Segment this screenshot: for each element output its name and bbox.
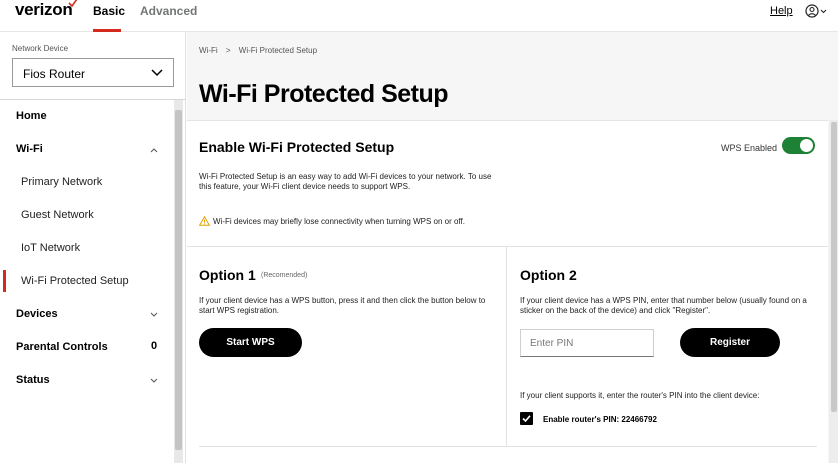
wps-status-label: WPS Enabled	[721, 143, 778, 153]
wps-description: Wi-Fi Protected Setup is an easy way to …	[199, 172, 492, 191]
sidebar-item-label: Wi-Fi Protected Setup	[21, 275, 129, 287]
top-bar: verizon Basic Advanced Help	[0, 0, 838, 32]
parental-controls-count: 0	[151, 340, 158, 352]
verizon-logo[interactable]: verizon	[15, 0, 73, 20]
chevron-down-icon	[151, 69, 163, 77]
enable-wps-title: Enable Wi-Fi Protected Setup	[199, 139, 395, 155]
wps-warning-text: Wi-Fi devices may briefly lose connectiv…	[213, 217, 465, 226]
network-device-value: Fios Router	[23, 67, 86, 81]
user-circle-icon[interactable]	[805, 3, 829, 19]
tab-advanced[interactable]: Advanced	[140, 4, 197, 18]
pin-input-placeholder: Enter PIN	[530, 338, 574, 349]
option-divider	[506, 246, 507, 446]
sidebar-item-status[interactable]: Status	[0, 364, 172, 397]
sidebar-item-guest-network[interactable]: Guest Network	[0, 199, 172, 232]
register-button[interactable]: Register	[680, 328, 780, 357]
verizon-check-icon	[68, 0, 78, 8]
page-title: Wi-Fi Protected Setup	[199, 80, 449, 108]
sidebar-item-iot-network[interactable]: IoT Network	[0, 232, 172, 265]
chevron-down-icon	[150, 312, 158, 317]
sidebar-item-label: Guest Network	[21, 209, 94, 221]
network-device-label: Network Device	[12, 44, 69, 53]
sidebar-item-label: IoT Network	[21, 242, 81, 254]
sidebar-item-primary-network[interactable]: Primary Network	[0, 166, 172, 199]
network-device-select[interactable]: Fios Router	[12, 58, 174, 87]
sidebar-item-devices[interactable]: Devices	[0, 298, 172, 331]
sidebar-item-label: Wi-Fi	[16, 143, 43, 155]
sidebar-item-label: Home	[16, 110, 47, 122]
breadcrumb-current: Wi-Fi Protected Setup	[238, 46, 318, 55]
start-wps-button[interactable]: Start WPS	[199, 328, 302, 357]
router-pin-label: Enable router's PIN: 22466792	[543, 415, 657, 424]
sidebar-item-parental-controls[interactable]: Parental Controls 0	[0, 331, 172, 364]
sidebar-item-home[interactable]: Home	[0, 100, 172, 133]
option1-description: If your client device has a WPS button, …	[199, 296, 486, 315]
breadcrumb: Wi-Fi > Wi-Fi Protected Setup	[199, 46, 323, 55]
sidebar-item-wifi[interactable]: Wi-Fi	[0, 133, 172, 166]
breadcrumb-wifi[interactable]: Wi-Fi	[199, 46, 218, 55]
router-pin-note: If your client supports it, enter the ro…	[520, 391, 760, 400]
sidebar-item-wps[interactable]: Wi-Fi Protected Setup	[0, 265, 172, 298]
active-indicator	[3, 270, 6, 292]
bottom-divider	[199, 446, 817, 447]
sidebar-item-label: Primary Network	[21, 176, 103, 188]
chevron-down-icon	[150, 378, 158, 383]
sidebar-item-label: Devices	[16, 308, 58, 320]
option2-description: If your client device has a WPS PIN, ent…	[520, 296, 807, 315]
checkmark-icon	[522, 415, 531, 423]
option1-title: Option 1	[199, 267, 256, 283]
sidebar-scrollbar-thumb[interactable]	[175, 110, 182, 450]
option2-title: Option 2	[520, 267, 577, 283]
option1-recommended: (Recomended)	[261, 272, 308, 279]
tab-basic[interactable]: Basic	[93, 4, 125, 18]
help-link[interactable]: Help	[770, 5, 793, 17]
main-scrollbar-thumb[interactable]	[831, 122, 837, 412]
wps-toggle-knob[interactable]	[800, 139, 813, 152]
sidebar-item-label: Parental Controls	[16, 341, 108, 353]
section-divider	[187, 246, 828, 247]
warning-icon	[199, 216, 210, 226]
chevron-up-icon	[150, 148, 158, 153]
breadcrumb-separator: >	[225, 46, 231, 55]
sidebar-item-label: Status	[16, 374, 50, 386]
